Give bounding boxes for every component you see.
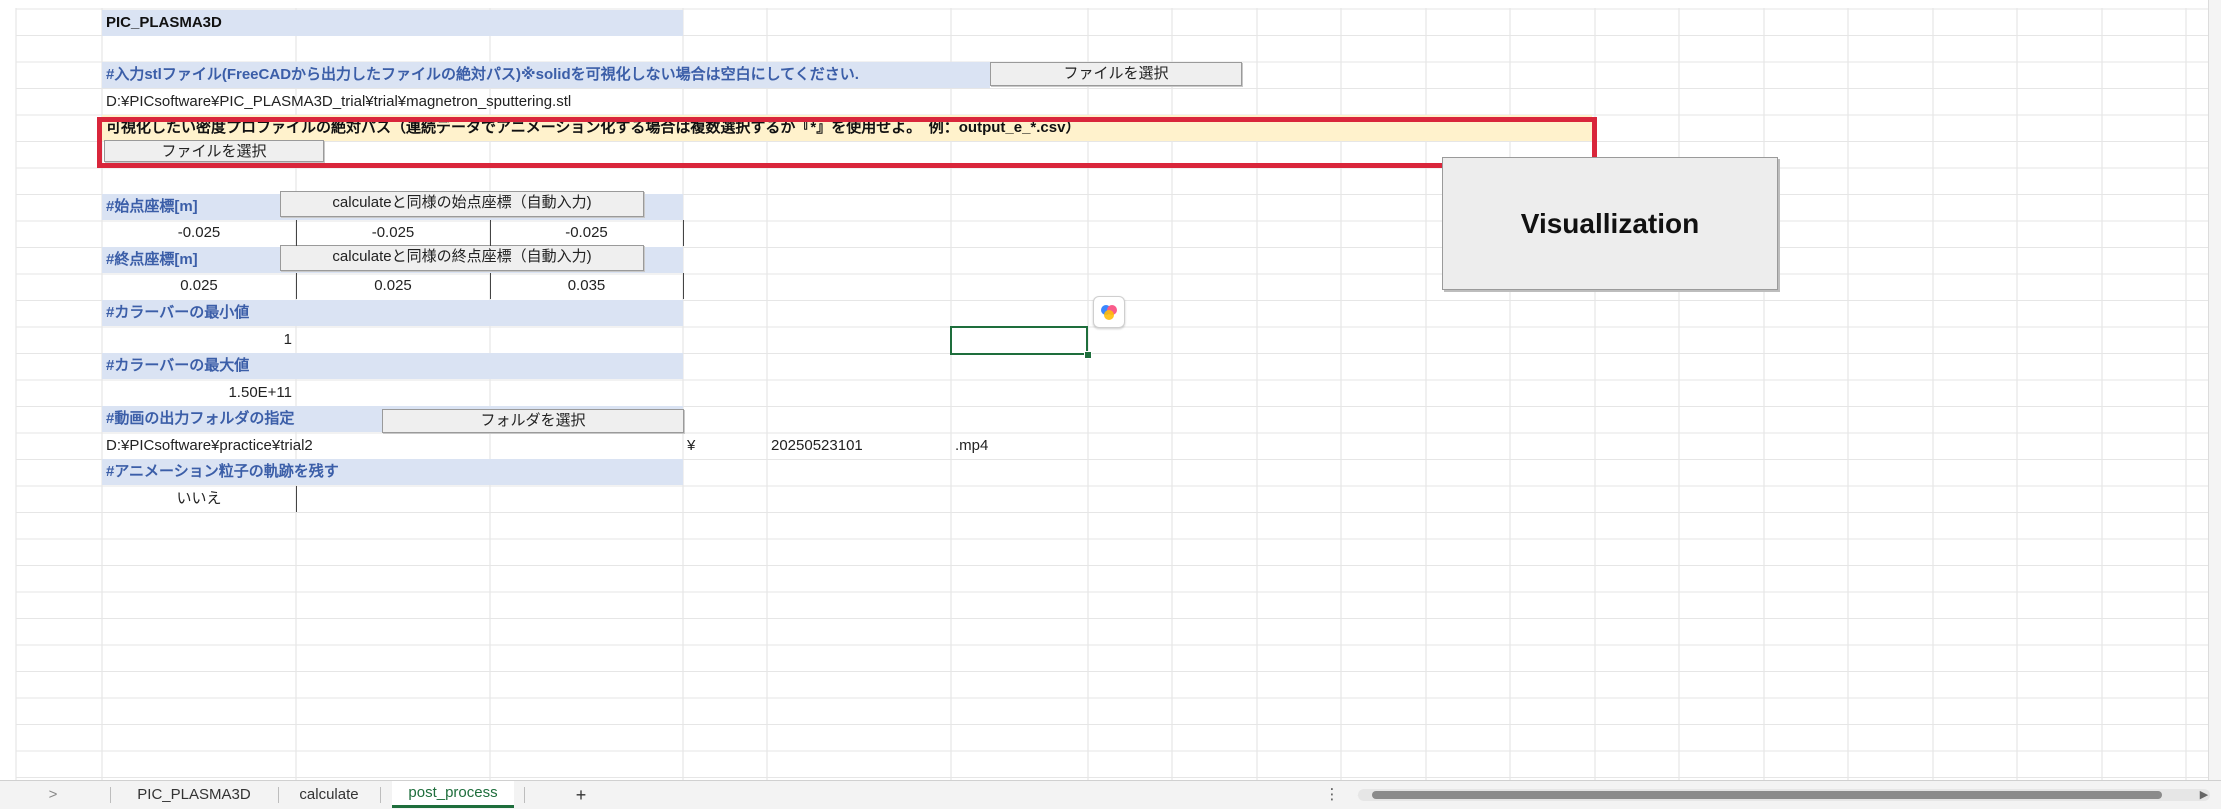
cell-border <box>683 220 684 246</box>
scroll-right-icon[interactable]: ▶ <box>2196 781 2212 808</box>
stl-path-cell[interactable]: D:¥PICsoftware¥PIC_PLASMA3D_trial¥trial¥… <box>102 89 722 115</box>
cell-border <box>683 273 684 299</box>
path-separator-cell[interactable]: ¥ <box>683 433 767 459</box>
active-cell-selection[interactable] <box>950 326 1088 355</box>
tab-calculate[interactable]: calculate <box>282 781 376 808</box>
particle-trail-header: #アニメーション粒子の軌跡を残す <box>102 459 683 485</box>
colorbar-max-header: #カラーバーの最大値 <box>102 353 683 379</box>
end-x-cell[interactable]: 0.025 <box>102 273 296 299</box>
output-folder-path-cell[interactable]: D:¥PICsoftware¥practice¥trial2 <box>102 433 622 459</box>
cell-border <box>490 273 491 299</box>
copilot-icon[interactable] <box>1093 296 1125 328</box>
annotation-highlight-box <box>97 117 1597 168</box>
horizontal-scrollbar[interactable] <box>1358 789 2210 801</box>
vertical-scrollbar[interactable] <box>2208 0 2221 780</box>
tab-separator <box>110 787 111 803</box>
sheet-title: PIC_PLASMA3D <box>102 10 683 36</box>
visualization-button[interactable]: Visuallization <box>1442 157 1778 290</box>
add-sheet-button[interactable]: + <box>566 781 596 808</box>
colorbar-max-cell[interactable]: 1.50E+11 <box>102 380 296 406</box>
tab-separator <box>380 787 381 803</box>
particle-trail-value-cell[interactable]: いいえ <box>102 486 296 512</box>
select-folder-button[interactable]: フォルダを選択 <box>382 409 684 433</box>
colorbar-min-header: #カラーバーの最小値 <box>102 300 683 326</box>
horizontal-scroll-thumb[interactable] <box>1372 791 2162 799</box>
tab-nav-button[interactable]: > <box>40 781 66 808</box>
end-y-cell[interactable]: 0.025 <box>296 273 490 299</box>
tab-pic-plasma3d[interactable]: PIC_PLASMA3D <box>114 781 274 808</box>
tab-separator <box>278 787 279 803</box>
colorbar-min-cell[interactable]: 1 <box>102 327 296 353</box>
fill-handle[interactable] <box>1084 351 1092 359</box>
start-coord-autofill-button[interactable]: calculateと同様の始点座標（自動入力) <box>280 191 644 217</box>
end-z-cell[interactable]: 0.035 <box>490 273 683 299</box>
start-y-cell[interactable]: -0.025 <box>296 220 490 246</box>
cell-border <box>296 273 297 299</box>
cell-border <box>296 486 297 512</box>
start-z-cell[interactable]: -0.025 <box>490 220 683 246</box>
tab-post-process[interactable]: post_process <box>392 781 514 808</box>
tab-separator <box>524 787 525 803</box>
cell-border <box>490 220 491 246</box>
cell-border <box>296 220 297 246</box>
output-filename-cell[interactable]: 20250523101 <box>767 433 951 459</box>
end-coord-autofill-button[interactable]: calculateと同様の終点座標（自動入力) <box>280 245 644 271</box>
stl-select-file-button[interactable]: ファイルを選択 <box>990 62 1242 86</box>
stl-file-header: #入力stlファイル(FreeCADから出力したファイルの絶対パス)※solid… <box>102 62 990 88</box>
spreadsheet-area[interactable]: PIC_PLASMA3D #入力stlファイル(FreeCADから出力したファイ… <box>0 0 2221 780</box>
sheet-tab-bar: > PIC_PLASMA3D calculate post_process + … <box>0 780 2221 809</box>
output-extension-cell[interactable]: .mp4 <box>951 433 1086 459</box>
start-x-cell[interactable]: -0.025 <box>102 220 296 246</box>
more-options-icon[interactable]: ⋮ <box>1322 781 1342 808</box>
